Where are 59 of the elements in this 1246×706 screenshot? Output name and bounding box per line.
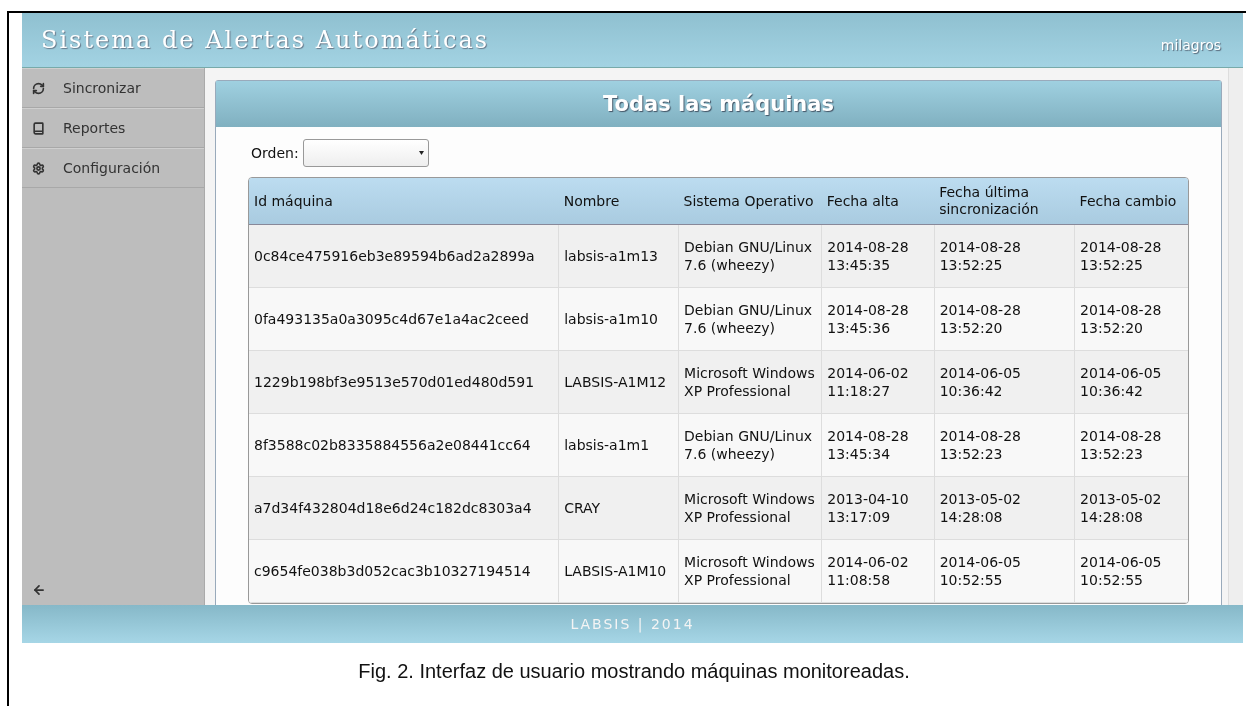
column-header[interactable]: Sistema Operativo [678,178,822,225]
table-cell: CRAY [558,476,679,540]
table-cell: 0c84ce475916eb3e89594b6ad2a2899a [249,224,559,288]
table-cell: 2014-06-05 10:52:55 [934,539,1075,603]
sidebar-label: Configuración [63,160,161,176]
order-select[interactable] [302,139,429,167]
table-cell: 2014-06-05 10:52:55 [1074,539,1188,603]
table-cell: labsis-a1m1 [558,413,679,477]
dropdown-caret-icon [418,151,424,155]
table-cell: 2014-06-05 10:36:42 [1074,350,1188,414]
table-cell: 2014-06-02 11:08:58 [821,539,935,603]
table-cell: 2014-08-28 13:45:36 [821,287,935,351]
table-cell: 2013-05-02 14:28:08 [1074,476,1188,540]
table-cell: LABSIS-A1M10 [558,539,679,603]
table-cell: Microsoft Windows XP Professional [678,350,822,414]
column-header[interactable]: Id máquina [249,178,559,225]
sidebar-label: Reportes [63,120,126,136]
book-icon [32,121,45,135]
table-cell: 2014-08-28 13:52:20 [934,287,1075,351]
table-cell: labsis-a1m13 [558,224,679,288]
table-cell: 2014-06-02 11:18:27 [821,350,935,414]
table-cell: 2014-08-28 13:52:25 [934,224,1075,288]
table-cell: 2014-06-05 10:36:42 [934,350,1075,414]
figure-caption: Fig. 2. Interfaz de usuario mostrando máquinas monitoreadas. [357,659,911,684]
column-header[interactable]: Nombre [558,178,679,225]
table-cell: 2014-08-28 13:52:23 [934,413,1075,477]
sidebar-item[interactable]: Reportes [22,108,204,148]
sidebar-item[interactable]: Configuración [22,148,204,188]
table-cell: a7d34f432804d18e6d24c182dc8303a4 [249,476,559,540]
table-cell: Debian GNU/Linux 7.6 (wheezy) [678,413,822,477]
sidebar-item[interactable]: Sincronizar [22,68,204,108]
refresh-icon [32,81,45,95]
column-header[interactable]: Fecha alta [821,178,935,225]
table-cell: 2013-04-10 13:17:09 [821,476,935,540]
table-cell: 2014-08-28 13:45:34 [821,413,935,477]
table-cell: Microsoft Windows XP Professional [678,539,822,603]
table-cell: 1229b198bf3e9513e570d01ed480d591 [249,350,559,414]
table-cell: 2014-08-28 13:45:35 [821,224,935,288]
table-cell: 2014-08-28 13:52:20 [1074,287,1188,351]
table-cell: 2013-05-02 14:28:08 [934,476,1075,540]
scrollbar[interactable] [1228,68,1243,605]
table-cell: c9654fe038b3d052cac3b10327194514 [249,539,559,603]
order-label: Orden: [251,145,299,161]
table-cell: Debian GNU/Linux 7.6 (wheezy) [678,287,822,351]
table-cell: 0fa493135a0a3095c4d67e1a4ac2ceed [249,287,559,351]
column-header[interactable]: Fecha cambio [1074,178,1188,225]
column-header[interactable]: Fecha última sincronización [934,178,1075,225]
table-cell: 8f3588c02b8335884556a2e08441cc64 [249,413,559,477]
table-cell: Microsoft Windows XP Professional [678,476,822,540]
table-cell: 2014-08-28 13:52:25 [1074,224,1188,288]
settings-icon [32,161,45,175]
footer-text: LABSIS | 2014 [570,616,695,632]
table-cell: 2014-08-28 13:52:23 [1074,413,1188,477]
table-cell: labsis-a1m10 [558,287,679,351]
sidebar-label: Sincronizar [63,80,141,96]
panel-title: Todas las máquinas [216,81,1221,127]
table-cell: LABSIS-A1M12 [558,350,679,414]
table-cell: Debian GNU/Linux 7.6 (wheezy) [678,224,822,288]
app-title: Sistema de Alertas Automáticas [41,26,490,54]
